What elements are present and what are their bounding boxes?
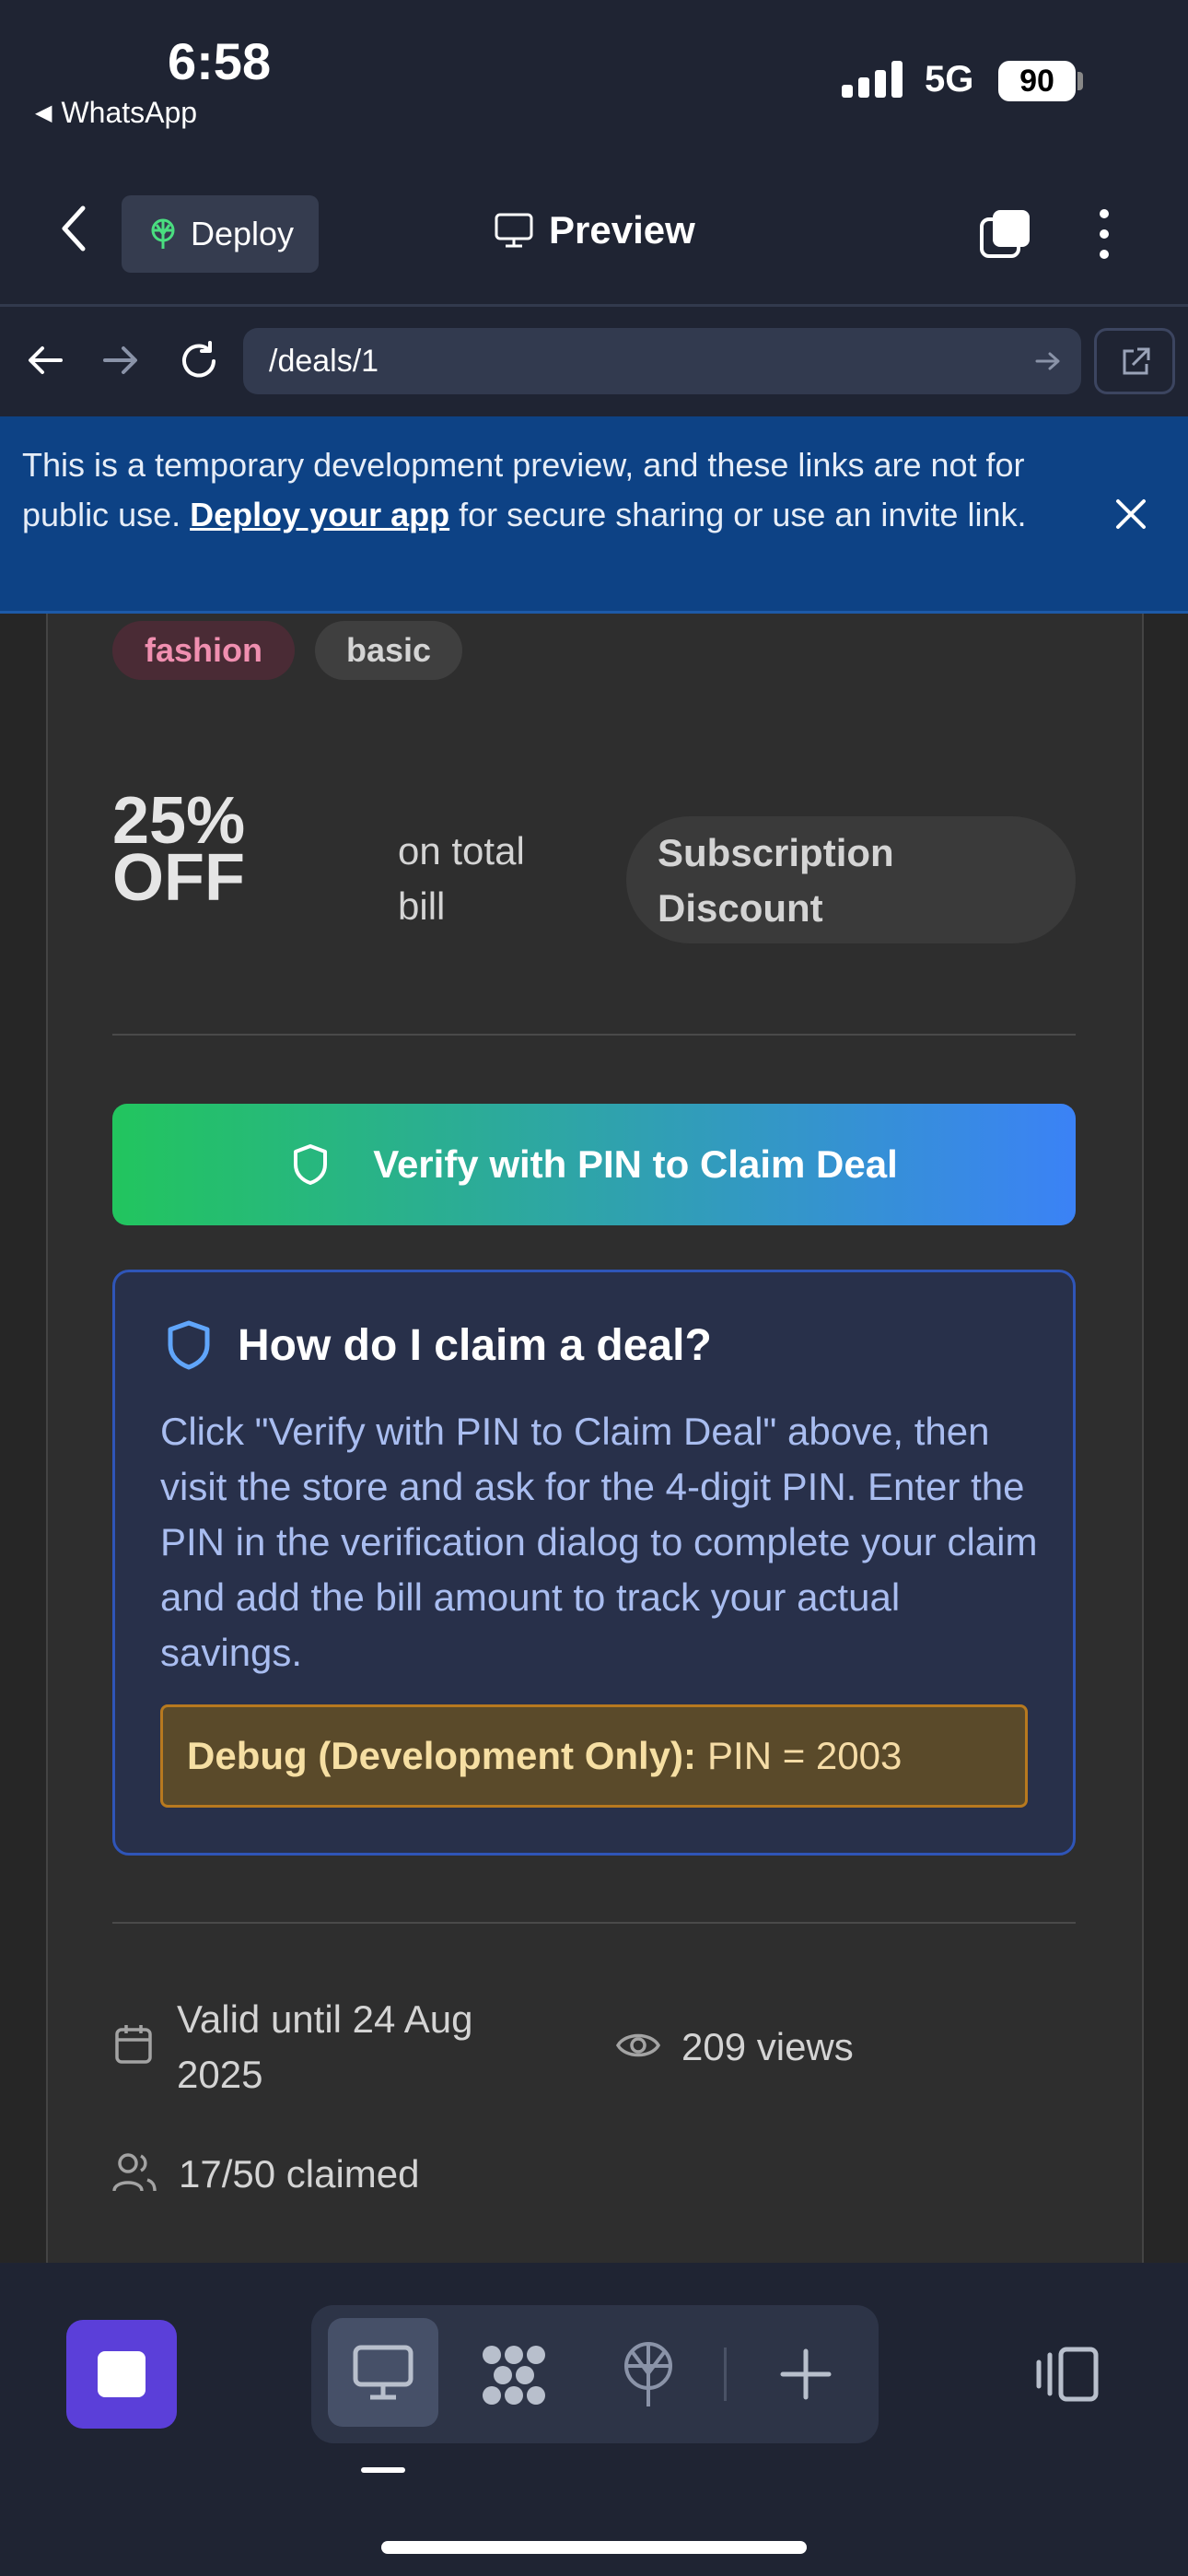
deploy-app-link[interactable]: Deploy your app xyxy=(190,496,449,533)
reload-icon[interactable] xyxy=(177,339,221,383)
url-path: /deals/1 xyxy=(269,343,379,379)
deploy-button[interactable]: Deploy xyxy=(122,195,319,273)
deal-type-badge: Subscription Discount xyxy=(626,816,1076,943)
back-to-app-link[interactable]: ◀ WhatsApp xyxy=(35,96,197,130)
go-arrow-icon[interactable] xyxy=(1035,350,1061,372)
signal-icon xyxy=(842,61,903,98)
claim-help-title: How do I claim a deal? xyxy=(166,1319,712,1371)
preview-tab[interactable]: Preview xyxy=(494,208,695,252)
back-triangle-icon: ◀ xyxy=(35,100,52,125)
verify-claim-button[interactable]: Verify with PIN to Claim Deal xyxy=(112,1104,1076,1225)
workspace-icon[interactable] xyxy=(479,2342,549,2408)
view-count: 209 views xyxy=(681,2025,854,2068)
preview-label: Preview xyxy=(549,208,695,252)
browser-back-icon[interactable] xyxy=(26,341,64,380)
browser-forward-icon[interactable] xyxy=(101,341,140,380)
stop-button[interactable] xyxy=(66,2320,177,2429)
shield-icon xyxy=(294,1144,328,1185)
add-icon[interactable] xyxy=(779,2348,833,2401)
scope-line-2: bill xyxy=(398,884,446,928)
tag-fashion: fashion xyxy=(112,621,295,680)
home-indicator xyxy=(381,2541,807,2554)
toolbar-divider xyxy=(724,2348,727,2401)
debug-label: Debug (Development Only): xyxy=(187,1734,697,1777)
eye-icon xyxy=(615,2033,661,2057)
monitor-icon xyxy=(495,213,533,248)
deal-type-line-2: Discount xyxy=(658,886,823,930)
valid-until-line-2: 2025 xyxy=(177,2053,263,2096)
banner-text-after: for secure sharing or use an invite link… xyxy=(449,496,1027,533)
deploy-label: Deploy xyxy=(190,215,295,252)
valid-until-line-1: Valid until 24 Aug xyxy=(177,1997,473,2041)
battery-tip xyxy=(1077,72,1083,90)
claim-help-heading: How do I claim a deal? xyxy=(238,1320,712,1370)
tag-basic: basic xyxy=(315,621,462,680)
debug-pin-value: PIN = 2003 xyxy=(707,1734,903,1777)
active-tab-indicator xyxy=(361,2467,405,2473)
claim-help-body: Click "Verify with PIN to Claim Deal" ab… xyxy=(160,1410,1038,1674)
valid-until: Valid until 24 Aug 2025 xyxy=(177,1992,472,2102)
divider xyxy=(112,1922,1076,1924)
deploy-icon xyxy=(151,218,175,249)
battery-indicator: 90 xyxy=(998,61,1076,101)
verify-claim-label: Verify with PIN to Claim Deal xyxy=(373,1142,898,1186)
divider xyxy=(112,1034,1076,1036)
debug-pin-box: Debug (Development Only): PIN = 2003 xyxy=(160,1704,1028,1808)
claimed-count: 17/50 claimed xyxy=(179,2152,420,2195)
external-link-icon xyxy=(1123,347,1150,375)
dev-preview-banner: This is a temporary development preview,… xyxy=(0,416,1188,614)
url-field[interactable]: /deals/1 xyxy=(243,328,1081,394)
status-time: 6:58 xyxy=(168,32,272,90)
open-external-button[interactable] xyxy=(1094,328,1175,394)
back-app-label: WhatsApp xyxy=(61,96,198,129)
discount-scope: on total bill xyxy=(398,824,525,934)
stop-icon xyxy=(98,2351,146,2397)
users-icon xyxy=(112,2153,157,2192)
calendar-icon xyxy=(115,2025,152,2064)
deal-type-line-1: Subscription xyxy=(658,831,894,874)
sidebar-toggle-icon[interactable] xyxy=(1033,2344,1101,2405)
discount-off: OFF xyxy=(112,841,245,915)
monitor-icon xyxy=(353,2345,413,2400)
network-label: 5G xyxy=(925,59,974,100)
more-icon[interactable] xyxy=(1090,206,1118,262)
close-icon[interactable] xyxy=(1112,496,1149,533)
tabs-icon[interactable] xyxy=(978,206,1033,262)
discount-amount: 25% OFF xyxy=(112,788,245,915)
shield-outline-icon xyxy=(168,1320,210,1370)
scope-line-1: on total xyxy=(398,829,525,872)
back-icon[interactable] xyxy=(57,205,90,257)
deploy-icon[interactable] xyxy=(619,2340,678,2408)
